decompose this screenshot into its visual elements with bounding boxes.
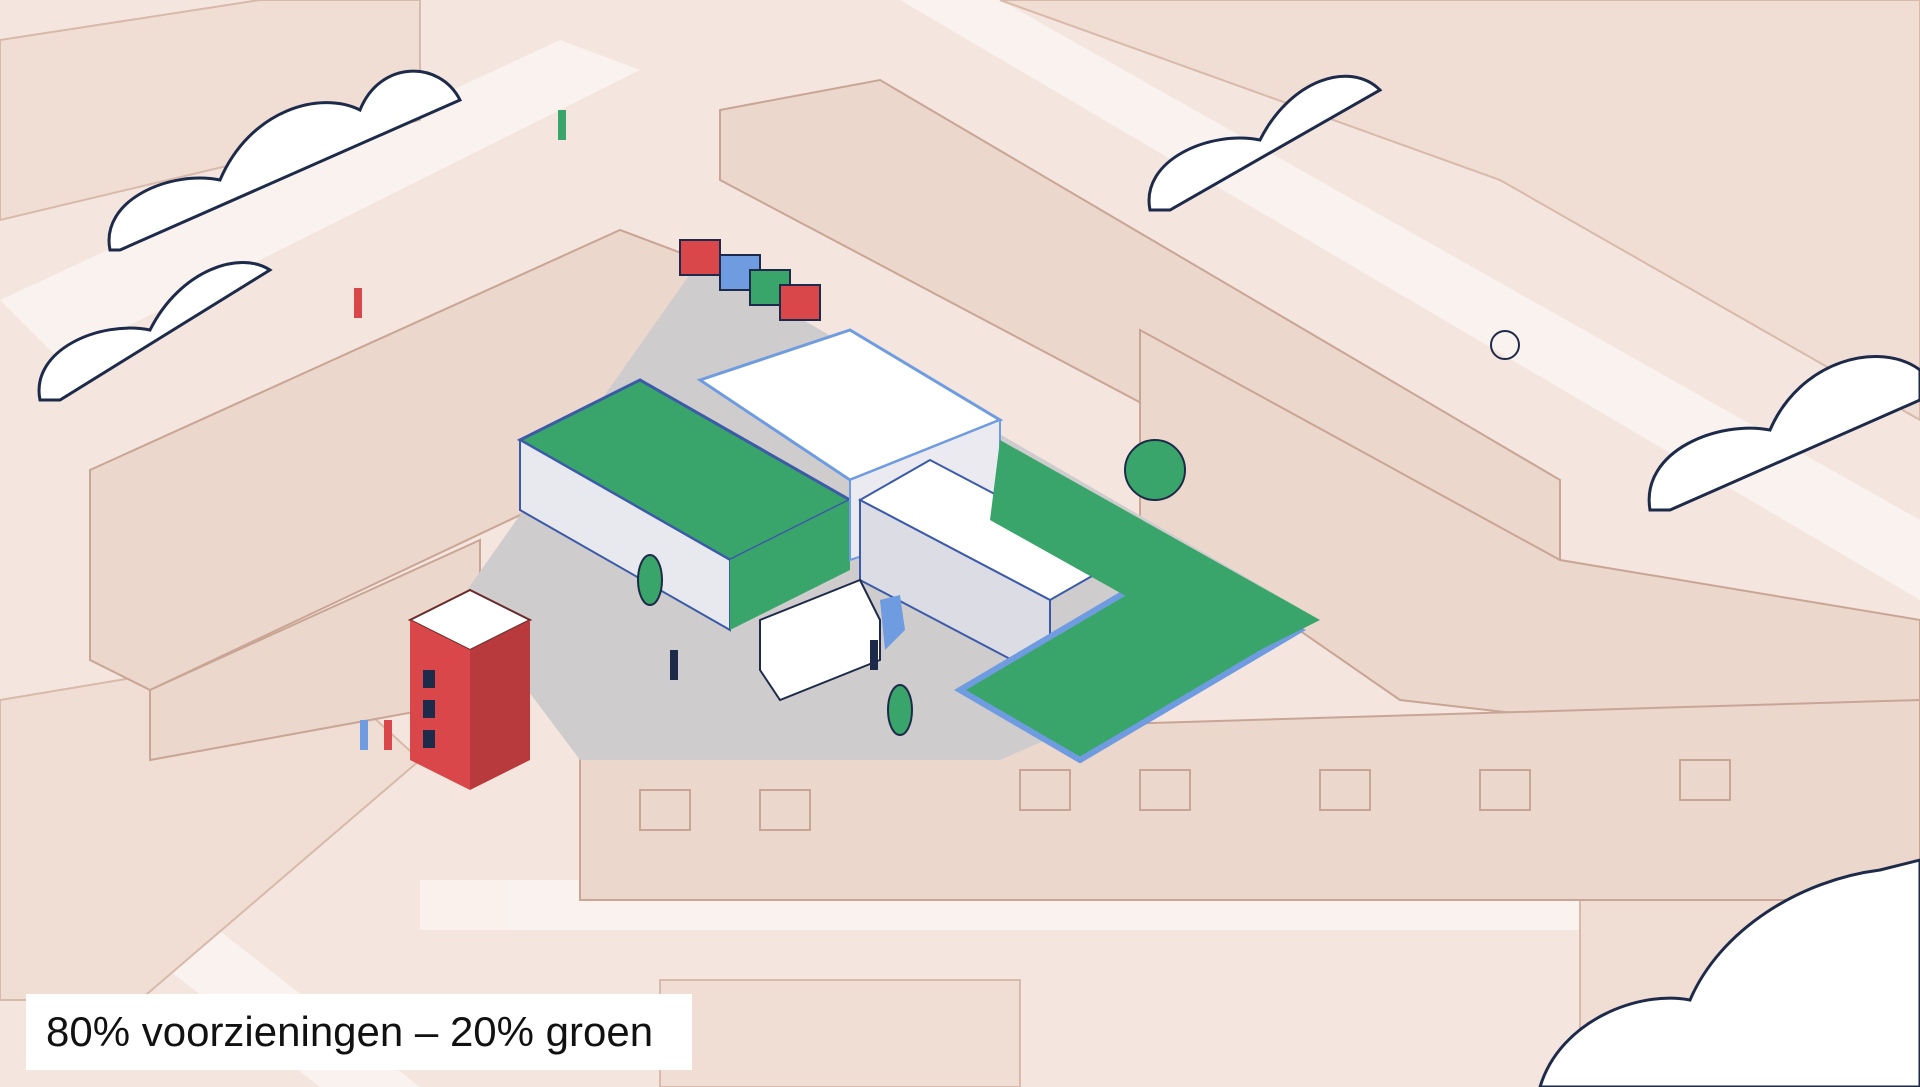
- caption-text: 80% voorzieningen – 20% groen: [46, 1008, 654, 1055]
- isometric-city-illustration: [0, 0, 1920, 1087]
- caption-box: 80% voorzieningen – 20% groen: [26, 994, 692, 1070]
- red-tower: [407, 588, 533, 790]
